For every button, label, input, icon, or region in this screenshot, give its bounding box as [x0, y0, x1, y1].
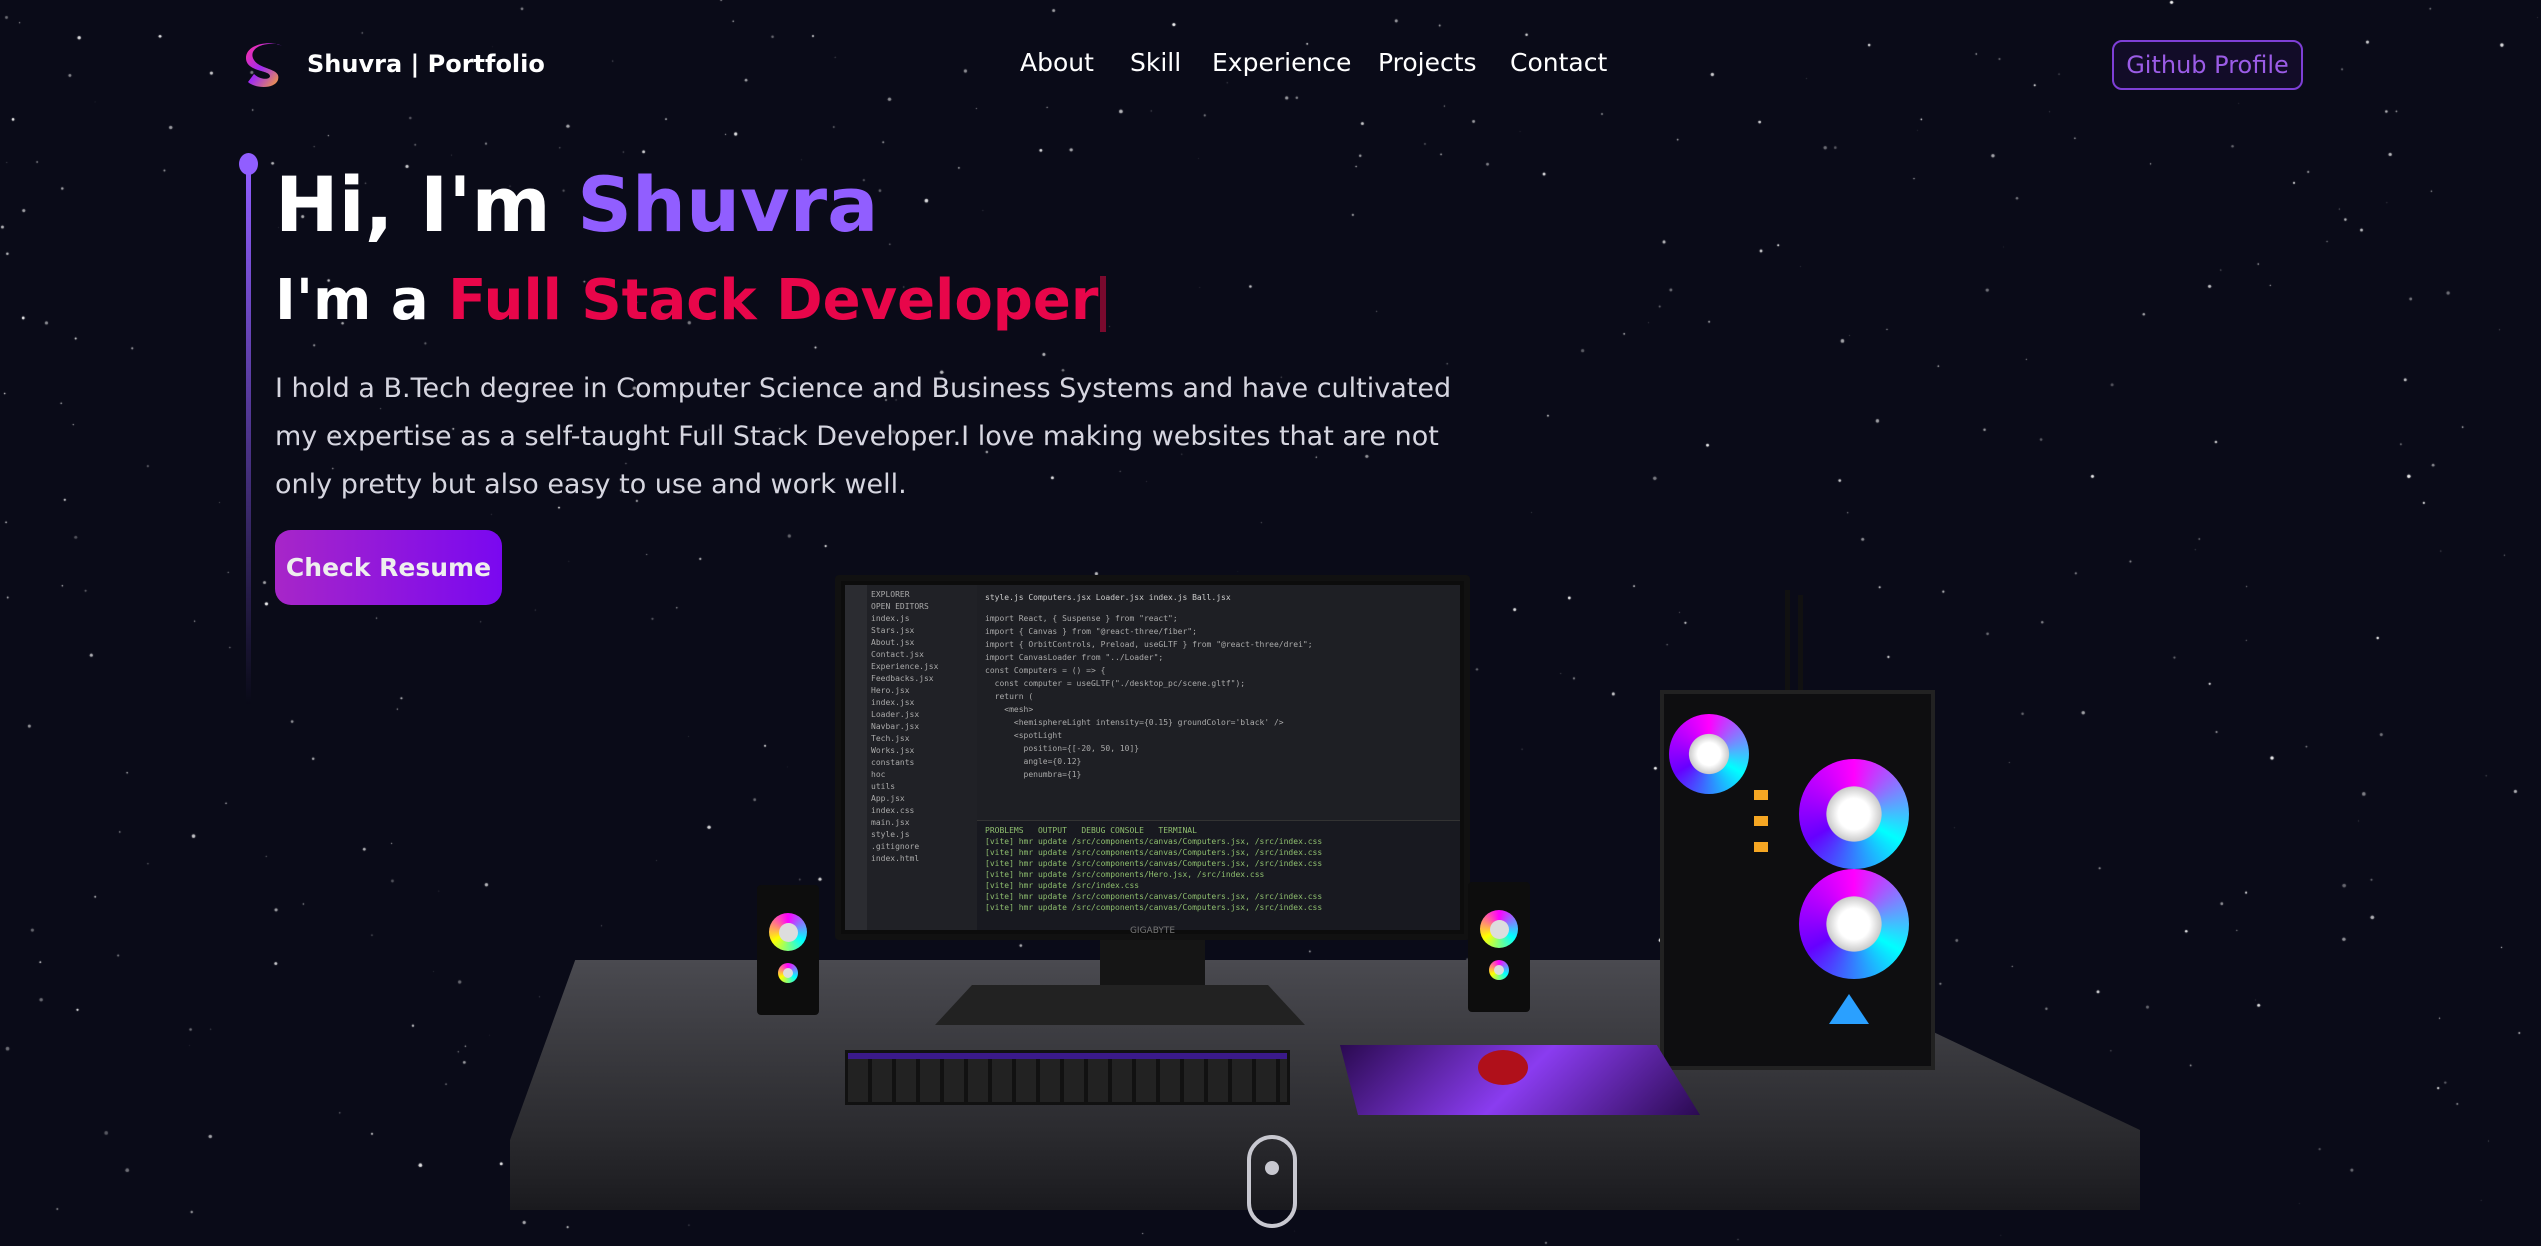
text-line: Feedbacks.jsx — [871, 674, 934, 683]
monitor-stand — [1100, 940, 1205, 990]
nav-skill[interactable]: Skill — [1130, 48, 1181, 77]
left-speaker — [757, 885, 819, 1015]
github-profile-button[interactable]: Github Profile — [2112, 40, 2303, 90]
text-line: index.css — [871, 806, 915, 815]
speaker-ring-icon — [1480, 910, 1518, 948]
text-line: Loader.jsx — [871, 710, 920, 719]
monitor-brand: GIGABYTE — [1129, 926, 1176, 936]
text-line: .gitignore — [871, 842, 920, 851]
text-line: index.html — [871, 854, 920, 863]
monitor: EXPLORER OPEN EDITORS index.js Stars.jsx Abo… — [835, 575, 1470, 940]
file-explorer: EXPLORER OPEN EDITORS index.js Stars.jsx Abo… — [867, 585, 977, 930]
text-line: import CanvasLoader from "../Loader"; — [985, 653, 1164, 662]
brand-title[interactable]: Shuvra | Portfolio — [307, 50, 545, 78]
hero-role: I'm a Full Stack Developer — [275, 268, 1107, 333]
text-line: return ( — [985, 692, 1034, 701]
code-editor-screen: EXPLORER OPEN EDITORS index.js Stars.jsx Abo… — [845, 585, 1460, 930]
fan-icon — [1669, 714, 1749, 794]
antenna — [1785, 590, 1790, 700]
terminal-panel: PROBLEMS OUTPUT DEBUG CONSOLE TERMINAL [v… — [977, 820, 1460, 930]
text-line: import { Canvas } from "@react-three/fib… — [985, 627, 1197, 636]
editor-activity-bar — [845, 585, 867, 930]
fan-icon — [1799, 759, 1909, 869]
text-line: OPEN EDITORS — [871, 602, 929, 611]
hero-greeting: Hi, I'm Shuvra — [275, 160, 878, 249]
keyboard — [845, 1050, 1290, 1105]
nav-contact[interactable]: Contact — [1510, 48, 1607, 77]
code-area: style.js Computers.jsx Loader.jsx index.… — [977, 585, 1460, 930]
check-resume-button[interactable]: Check Resume — [275, 530, 502, 605]
text-line: About.jsx — [871, 638, 915, 647]
text-line: Tech.jsx — [871, 734, 910, 743]
text-line: Navbar.jsx — [871, 722, 920, 731]
hero-description: I hold a B.Tech degree in Computer Scien… — [275, 373, 1452, 500]
code-lines: import React, { Suspense } from "react";… — [985, 612, 1452, 781]
text-line: angle={0.12} — [985, 757, 1082, 766]
text-line: index.jsx — [871, 698, 915, 707]
text-line: penumbra={1} — [985, 770, 1082, 779]
nav-about[interactable]: About — [1020, 48, 1094, 77]
speaker-ring-icon — [1489, 960, 1509, 980]
right-speaker — [1468, 882, 1530, 1012]
monitor-base — [935, 985, 1305, 1025]
editor-tabs: style.js Computers.jsx Loader.jsx index.… — [985, 593, 1231, 602]
text-line: Contact.jsx — [871, 650, 924, 659]
scroll-dot — [1265, 1161, 1279, 1175]
text-line: Works.jsx — [871, 746, 915, 755]
text-line: <hemisphereLight intensity={0.15} ground… — [985, 718, 1284, 727]
hero-name: Shuvra — [577, 160, 879, 249]
text-line: <mesh> — [985, 705, 1034, 714]
text-line: Stars.jsx — [871, 626, 915, 635]
text-line: const Computers = () => { — [985, 666, 1106, 675]
text-line: constants — [871, 758, 915, 767]
text-line: index.js — [871, 614, 910, 623]
text-line: Experience.jsx — [871, 662, 939, 671]
text-line: [vite] hmr update /src/index.css — [985, 881, 1140, 890]
role-text: Full Stack Developer — [448, 268, 1099, 333]
scroll-down-indicator[interactable] — [1247, 1135, 1297, 1228]
text-line: [vite] hmr update /src/components/canvas… — [985, 837, 1323, 846]
text-line: App.jsx — [871, 794, 905, 803]
text-line: EXPLORER — [871, 590, 910, 599]
text-line: Hero.jsx — [871, 686, 910, 695]
aorus-logo-icon — [1829, 994, 1869, 1024]
pc-tower — [1660, 690, 1935, 1070]
tower-leds — [1754, 774, 1768, 854]
greeting-text: Hi, I'm — [275, 160, 578, 249]
role-prefix: I'm a — [275, 268, 449, 333]
text-line: hoc — [871, 770, 886, 779]
text-line: const computer = useGLTF("./desktop_pc/s… — [985, 679, 1246, 688]
text-line: [vite] hmr update /src/components/Hero.j… — [985, 870, 1265, 879]
nav-projects[interactable]: Projects — [1378, 48, 1477, 77]
text-line: <spotLight — [985, 731, 1063, 740]
text-line: utils — [871, 782, 896, 791]
text-line: [vite] hmr update /src/components/canvas… — [985, 892, 1323, 901]
text-line: [vite] hmr update /src/components/canvas… — [985, 903, 1323, 912]
mouse — [1478, 1050, 1528, 1085]
text-line: [vite] hmr update /src/components/canvas… — [985, 848, 1323, 857]
nav-experience[interactable]: Experience — [1212, 48, 1351, 77]
fan-icon — [1799, 869, 1909, 979]
logo-icon — [246, 43, 282, 87]
text-line: style.js — [871, 830, 910, 839]
text-line: import React, { Suspense } from "react"; — [985, 614, 1178, 623]
timeline-line — [246, 165, 251, 705]
speaker-ring-icon — [769, 913, 807, 951]
text-line: position={[-20, 50, 10]} — [985, 744, 1140, 753]
antenna — [1798, 595, 1803, 700]
text-line: import { OrbitControls, Preload, useGLTF… — [985, 640, 1313, 649]
text-line: [vite] hmr update /src/components/canvas… — [985, 859, 1323, 868]
text-line: main.jsx — [871, 818, 910, 827]
speaker-ring-icon — [778, 963, 798, 983]
text-line: PROBLEMS OUTPUT DEBUG CONSOLE TERMINAL — [985, 826, 1197, 835]
typing-cursor — [1100, 275, 1107, 332]
